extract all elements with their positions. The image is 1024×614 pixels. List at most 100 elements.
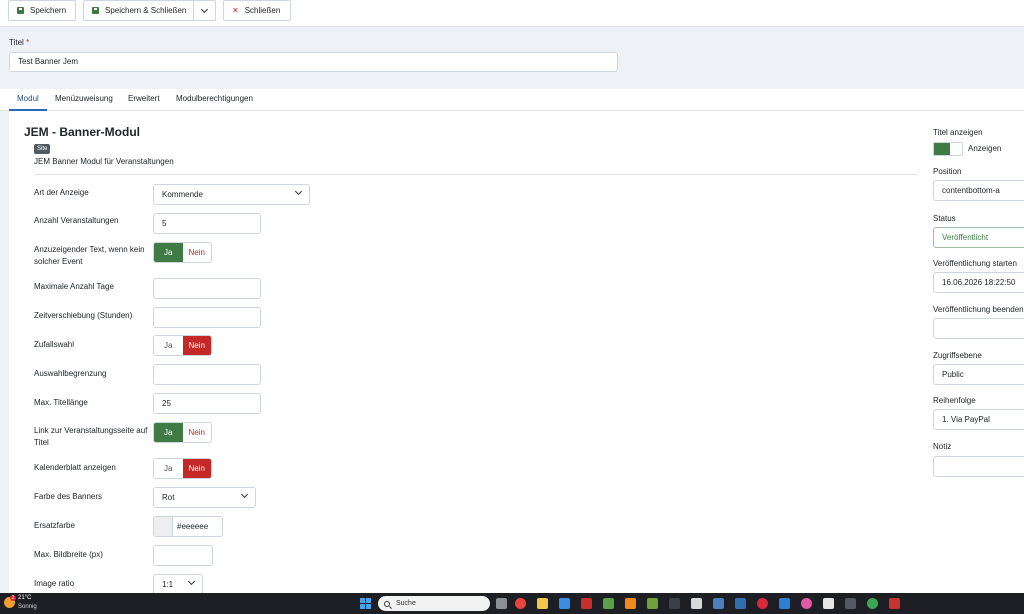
close-icon: ✕	[232, 6, 239, 15]
zufall-switch[interactable]: Ja Nein	[153, 335, 212, 356]
chrome-icon[interactable]	[515, 598, 526, 609]
bildbreite-input[interactable]	[153, 545, 213, 566]
save-icon	[17, 7, 24, 14]
start-input[interactable]: 16.06.2026 18:22:50	[933, 272, 1024, 293]
search-icon	[384, 600, 390, 607]
titel-len-label: Max. Titellänge	[34, 398, 88, 407]
status-select[interactable]: Veröffentlicht	[933, 227, 1024, 248]
switch-ja[interactable]: Ja	[154, 459, 183, 478]
ratio-label: Image ratio	[34, 579, 75, 588]
auswahl-label: Auswahlbegrenzung	[34, 369, 107, 378]
titel-anzeigen-toggle[interactable]	[933, 142, 963, 156]
tab-menuezuweisung[interactable]: Menüzuweisung	[47, 89, 121, 111]
position-label: Position	[933, 167, 962, 176]
module-title: JEM - Banner-Modul	[24, 125, 140, 139]
dreamweaver-icon[interactable]	[647, 598, 658, 609]
switch-ja[interactable]: Ja	[154, 243, 183, 262]
divider	[34, 174, 918, 175]
status-label: Status	[933, 214, 956, 223]
network-icon[interactable]	[845, 598, 856, 609]
archive-icon[interactable]	[713, 598, 724, 609]
image-viewer-icon[interactable]	[735, 598, 746, 609]
cloud-app-icon[interactable]	[559, 598, 570, 609]
art-label: Art der Anzeige	[34, 188, 89, 197]
reihenfolge-label: Reihenfolge	[933, 396, 976, 405]
auswahl-input[interactable]	[153, 364, 261, 385]
color-swatch	[154, 517, 173, 536]
notes-icon[interactable]	[823, 598, 834, 609]
chevron-down-icon	[294, 187, 303, 196]
file-explorer-icon[interactable]	[537, 598, 548, 609]
zugriff-select[interactable]: Public	[933, 364, 1024, 385]
windows-start-icon[interactable]	[360, 598, 371, 609]
titel-len-input[interactable]: 25	[153, 393, 261, 414]
farbe-select[interactable]: Rot	[153, 487, 256, 508]
kalender-switch[interactable]: Ja Nein	[153, 458, 212, 479]
max-tage-input[interactable]	[153, 278, 261, 299]
ratio-select[interactable]: 1:1	[153, 574, 203, 595]
position-input[interactable]: contentbottom-a	[933, 180, 1024, 201]
calendar-icon[interactable]	[779, 598, 790, 609]
chevron-down-icon	[240, 490, 249, 499]
tab-erweitert[interactable]: Erweitert	[120, 89, 168, 111]
notiz-input[interactable]	[933, 456, 1024, 477]
chevron-down-icon	[200, 5, 209, 13]
kalender-label: Kalenderblatt anzeigen	[34, 463, 116, 472]
max-tage-label: Maximale Anzahl Tage	[34, 282, 114, 291]
zugriff-label: Zugriffsebene	[933, 351, 982, 360]
switch-nein[interactable]: Nein	[182, 336, 211, 355]
chevron-down-icon	[187, 577, 196, 586]
document-icon[interactable]	[691, 598, 702, 609]
site-badge: Site	[34, 144, 51, 154]
start-label: Veröffentlichung starten	[933, 259, 1017, 268]
farbe-label: Farbe des Banners	[34, 492, 103, 501]
art-select[interactable]: Kommende	[153, 184, 310, 205]
screenshot-tool-icon[interactable]	[889, 598, 900, 609]
vlc-icon[interactable]	[625, 598, 636, 609]
switch-nein[interactable]: Nein	[182, 459, 211, 478]
notiz-label: Notiz	[933, 442, 952, 451]
taskbar: 2 21°C Sonnig Suche	[0, 593, 1024, 614]
notification-badge: 2	[10, 595, 16, 601]
tab-modulberechtigungen[interactable]: Modulberechtigungen	[168, 89, 261, 111]
switch-ja[interactable]: Ja	[154, 336, 183, 355]
save-close-button[interactable]: Speichern & Schließen	[83, 0, 216, 21]
ersatz-label: Ersatzfarbe	[34, 521, 75, 530]
weather-condition: Sonnig	[18, 604, 37, 610]
titel-anzeigen-value: Anzeigen	[968, 144, 1002, 153]
text-label: Anzuzeigender Text, wenn kein solcher Ev…	[34, 245, 145, 266]
music-icon[interactable]	[801, 598, 812, 609]
text-switch[interactable]: Ja Nein	[153, 242, 212, 263]
sync-icon[interactable]	[867, 598, 878, 609]
title-input[interactable]: Test Banner Jem	[9, 52, 618, 72]
save-icon	[92, 7, 99, 14]
zeit-input[interactable]	[153, 307, 261, 328]
filezilla-icon[interactable]	[581, 598, 592, 609]
notepad-plus-icon[interactable]	[603, 598, 614, 609]
zufall-label: Zufallswahl	[34, 340, 75, 349]
weather-temp: 21°C	[18, 595, 32, 601]
task-view-icon[interactable]	[496, 598, 507, 609]
ersatz-color-input[interactable]: #eeeeee	[153, 516, 223, 537]
link-label: Link zur Veranstaltungsseite auf Titel	[34, 426, 148, 447]
tab-modul[interactable]: Modul	[9, 89, 47, 111]
taskbar-search[interactable]: Suche	[378, 596, 490, 611]
anzahl-input[interactable]: 5	[153, 213, 261, 234]
module-description: JEM Banner Modul für Veranstaltungen	[34, 157, 174, 166]
ende-input[interactable]	[933, 318, 1024, 339]
toolbar: Speichern Speichern & Schließen ✕ Schlie…	[0, 0, 1024, 27]
close-button[interactable]: ✕ Schließen	[223, 0, 291, 21]
bildbreite-label: Max. Bildbreite (px)	[34, 550, 103, 559]
save-button[interactable]: Speichern	[8, 0, 76, 21]
title-label: Titel *	[9, 38, 30, 47]
switch-nein[interactable]: Nein	[183, 243, 212, 262]
switch-ja[interactable]: Ja	[154, 423, 183, 442]
zeit-label: Zeitverschiebung (Stunden)	[34, 311, 133, 320]
media-player-icon[interactable]	[757, 598, 768, 609]
switch-nein[interactable]: Nein	[183, 423, 212, 442]
link-switch[interactable]: Ja Nein	[153, 422, 212, 443]
save-dropdown-toggle[interactable]	[193, 1, 215, 20]
reihenfolge-select[interactable]: 1. Via PayPal	[933, 409, 1024, 430]
app-icon[interactable]	[669, 598, 680, 609]
anzahl-label: Anzahl Veranstaltungen	[34, 216, 119, 225]
